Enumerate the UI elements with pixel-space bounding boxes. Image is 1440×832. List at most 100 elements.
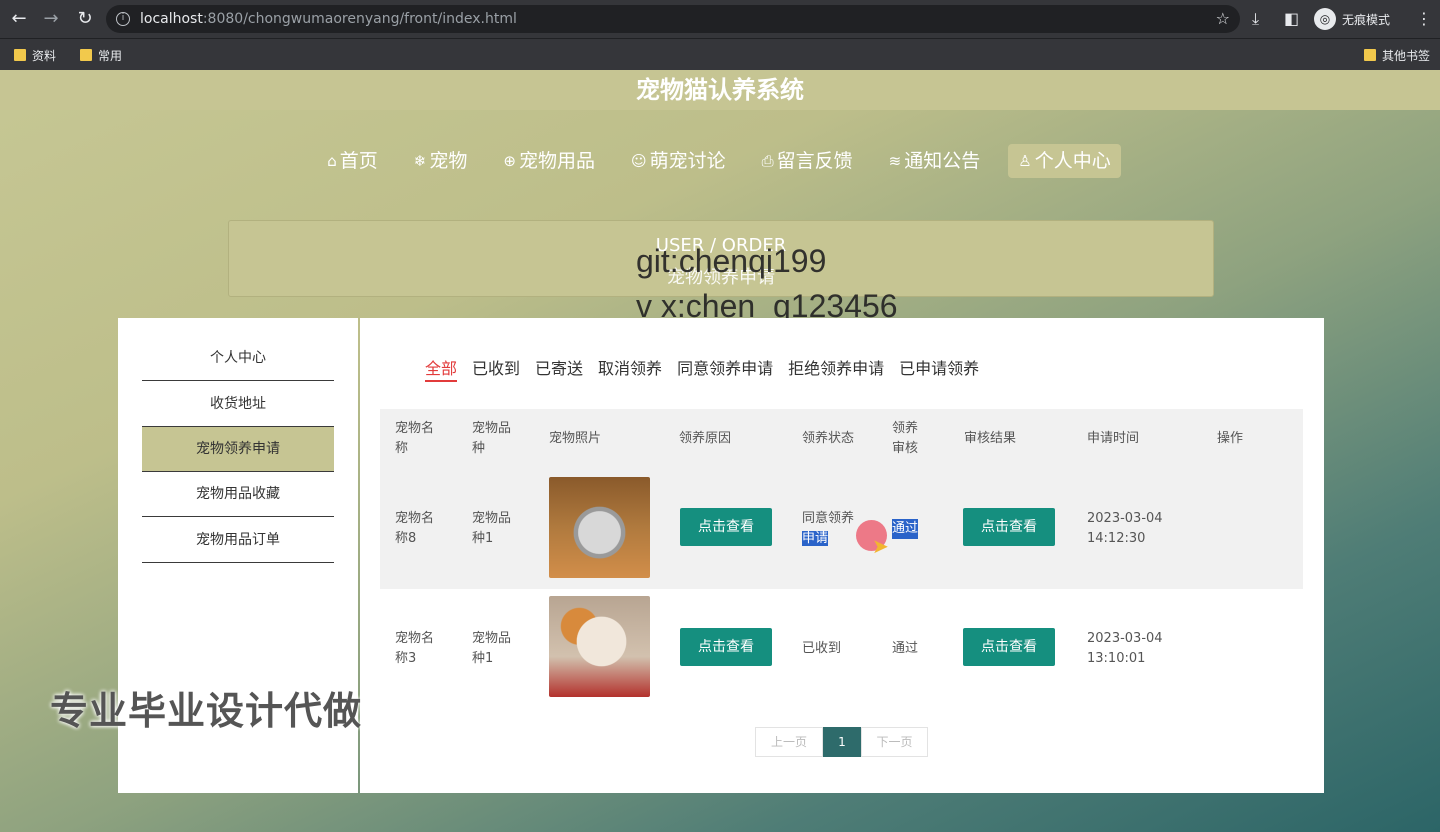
pagination: 上一页 1 下一页 xyxy=(755,727,928,757)
bookmark-star-icon[interactable]: ☆ xyxy=(1216,5,1230,33)
cell-name: 宠物名称8 xyxy=(395,511,435,546)
nav-item[interactable]: ☺ 萌宠讨论 xyxy=(623,144,734,178)
nav-item[interactable]: ♙ 个人中心 xyxy=(1008,144,1121,178)
table-header: 宠物名称 宠物品种 宠物照片 领养原因 领养状态 领养审核 审核结果 申请时间 … xyxy=(380,409,1303,469)
nav-label: 宠物用品 xyxy=(518,150,595,172)
nav-item[interactable]: ⎙ 留言反馈 xyxy=(754,144,861,178)
promo-watermark: 专业毕业设计代做 xyxy=(50,689,363,733)
smile-icon: ☺ xyxy=(630,152,647,170)
cell-time: 2023-03-04 13:10:01 xyxy=(1087,629,1163,669)
nav-label: 个人中心 xyxy=(1034,150,1111,172)
main-nav: ⌂ 首页 ❄ 宠物 ⊕ 宠物用品 ☺ 萌宠讨论 ⎙ 留言反馈 ≋ 通知公告 ♙ 个人中心 xyxy=(0,110,1440,212)
header-breed: 宠物品种 xyxy=(472,421,512,456)
browser-chrome: ← → ↻ i localhost:8080/chongwumaorenyang… xyxy=(0,0,1440,70)
cell-date: 2023-03-04 xyxy=(1087,511,1163,526)
cell-status: 已收到 xyxy=(802,641,842,656)
pet-photo[interactable] xyxy=(549,477,650,578)
bookmark-folder[interactable]: 常用 xyxy=(80,45,122,65)
sidebar-item-address[interactable]: 收货地址 xyxy=(142,382,334,427)
tab-shipped[interactable]: 已寄送 xyxy=(535,358,583,382)
url-host: localhost xyxy=(140,11,203,27)
forward-icon[interactable]: → xyxy=(40,8,62,30)
main-content: 全部 已收到 已寄送 取消领养 同意领养申请 拒绝领养申请 已申请领养 宠物名称… xyxy=(360,318,1324,793)
other-bookmarks[interactable]: 其他书签 xyxy=(1364,45,1430,65)
nav-item[interactable]: ❄ 宠物 xyxy=(406,144,476,178)
sidepanel-icon[interactable]: ◧ xyxy=(1284,8,1299,30)
info-icon[interactable]: i xyxy=(116,12,130,26)
incognito-profile[interactable]: ◎ 无痕模式 xyxy=(1314,7,1390,31)
address-bar[interactable]: i localhost:8080/chongwumaorenyang/front… xyxy=(106,5,1240,33)
back-icon[interactable]: ← xyxy=(8,8,30,30)
sidebar-item-profile[interactable]: 个人中心 xyxy=(142,336,334,381)
user-icon: ♙ xyxy=(1018,152,1032,170)
sidebar-item-adoption[interactable]: 宠物领养申请 xyxy=(142,427,334,472)
header-time: 申请时间 xyxy=(1087,431,1140,446)
nav-label: 通知公告 xyxy=(904,150,981,172)
header-photo: 宠物照片 xyxy=(549,431,602,446)
download-icon[interactable]: ⤓ xyxy=(1252,8,1259,30)
tab-all[interactable]: 全部 xyxy=(425,358,458,382)
tab-received[interactable]: 已收到 xyxy=(472,358,520,382)
bookmark-folder[interactable]: 资料 xyxy=(14,45,56,65)
view-reason-button[interactable]: 点击查看 xyxy=(680,508,772,546)
pet-photo[interactable] xyxy=(549,596,650,697)
profile-label: 无痕模式 xyxy=(1342,12,1391,27)
header-review: 领养审核 xyxy=(892,421,919,456)
nav-list: ⌂ 首页 ❄ 宠物 ⊕ 宠物用品 ☺ 萌宠讨论 ⎙ 留言反馈 ≋ 通知公告 ♙ 个人中心 xyxy=(0,144,1440,178)
menu-icon[interactable]: ⋮ xyxy=(1416,8,1432,30)
print-icon: ⎙ xyxy=(761,152,774,170)
watermark-git: git:chenqi199 xyxy=(636,243,827,279)
cell-date: 2023-03-04 xyxy=(1087,631,1163,646)
cell-status: 同意领养 申请 xyxy=(802,509,862,549)
prev-page-button[interactable]: 上一页 xyxy=(755,727,823,757)
tab-cancelled[interactable]: 取消领养 xyxy=(598,358,662,382)
reload-icon[interactable]: ↻ xyxy=(74,8,96,30)
nav-label: 留言反馈 xyxy=(776,150,853,172)
tab-applied[interactable]: 已申请领养 xyxy=(899,358,979,382)
site-title: 宠物猫认养系统 xyxy=(0,70,1440,110)
cell-clock: 14:12:30 xyxy=(1087,531,1146,546)
nav-item[interactable]: ⊕ 宠物用品 xyxy=(495,144,603,178)
bookmark-label: 其他书签 xyxy=(1382,48,1431,63)
nav-item[interactable]: ≋ 通知公告 xyxy=(881,144,989,178)
nav-item[interactable]: ⌂ 首页 xyxy=(319,144,386,178)
page-number-button[interactable]: 1 xyxy=(823,727,861,757)
bookmark-label: 常用 xyxy=(98,48,123,63)
sidebar-item-orders[interactable]: 宠物用品订单 xyxy=(142,518,334,563)
status-text-selected: 申请 xyxy=(802,531,829,546)
cell-review: 通过 xyxy=(892,519,919,539)
cell-breed: 宠物品种1 xyxy=(472,631,512,666)
table-row: 宠物名称3 宠物品种1 点击查看 已收到 通过 点击查看 2023-03-04 1… xyxy=(380,589,1303,709)
cell-review: 通过 xyxy=(892,641,919,656)
bookmarks-bar: 资料 常用 其他书签 xyxy=(0,38,1440,70)
next-page-button[interactable]: 下一页 xyxy=(861,727,928,757)
table-row: 宠物名称8 宠物品种1 点击查看 同意领养申请 通过 点击查看 2023-03-… xyxy=(380,469,1303,589)
header-reason: 领养原因 xyxy=(679,431,732,446)
view-result-button[interactable]: 点击查看 xyxy=(963,628,1055,666)
status-text: 同意领养 xyxy=(802,511,855,526)
folder-icon xyxy=(14,49,26,61)
tab-rejected[interactable]: 拒绝领养申请 xyxy=(788,358,884,382)
view-reason-button[interactable]: 点击查看 xyxy=(680,628,772,666)
globe-icon: ⊕ xyxy=(503,152,516,170)
folder-icon xyxy=(80,49,92,61)
header-result: 审核结果 xyxy=(964,431,1017,446)
tab-approved[interactable]: 同意领养申请 xyxy=(677,358,773,382)
folder-icon xyxy=(1364,49,1376,61)
status-tabs: 全部 已收到 已寄送 取消领养 同意领养申请 拒绝领养申请 已申请领养 xyxy=(425,358,979,382)
incognito-icon: ◎ xyxy=(1314,8,1336,30)
sidebar-item-favorites[interactable]: 宠物用品收藏 xyxy=(142,472,334,517)
home-icon: ⌂ xyxy=(327,152,337,170)
cell-name: 宠物名称3 xyxy=(395,631,435,666)
header-status: 领养状态 xyxy=(802,431,855,446)
bookmark-label: 资料 xyxy=(32,48,57,63)
cell-breed: 宠物品种1 xyxy=(472,511,512,546)
header-action: 操作 xyxy=(1217,431,1244,446)
nav-label: 宠物 xyxy=(429,150,468,172)
url-path: :8080/chongwumaorenyang/front/index.html xyxy=(202,11,517,27)
header-name: 宠物名称 xyxy=(395,421,435,456)
mouse-cursor-icon: ➤ xyxy=(872,534,889,558)
nav-label: 萌宠讨论 xyxy=(649,150,726,172)
cell-time: 2023-03-04 14:12:30 xyxy=(1087,509,1163,549)
view-result-button[interactable]: 点击查看 xyxy=(963,508,1055,546)
